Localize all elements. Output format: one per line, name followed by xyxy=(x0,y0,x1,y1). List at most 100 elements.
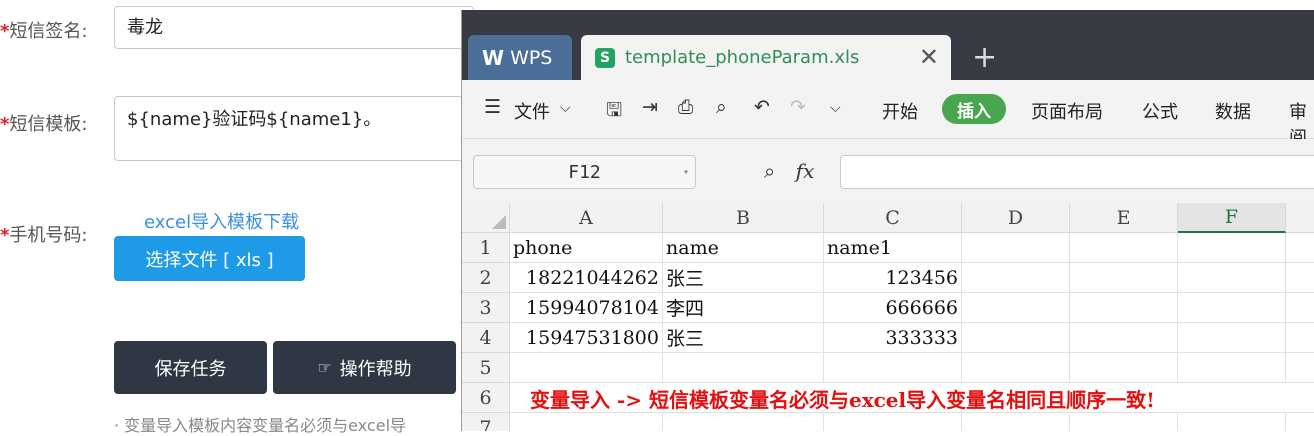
cell-d5[interactable] xyxy=(962,353,1070,383)
menu-insert[interactable]: 插入 xyxy=(942,94,1006,124)
new-tab-icon[interactable]: + xyxy=(972,40,997,75)
print-preview-icon[interactable]: ⌕ xyxy=(716,96,727,118)
column-header-d[interactable]: D xyxy=(962,203,1070,233)
cell-c3[interactable]: 666666 xyxy=(824,293,962,323)
cell-f2[interactable] xyxy=(1178,263,1286,293)
cell-e2[interactable] xyxy=(1070,263,1178,293)
cell-d4[interactable] xyxy=(962,323,1070,353)
cell-a7[interactable] xyxy=(510,413,663,431)
cell-f3[interactable] xyxy=(1178,293,1286,323)
cell-f7[interactable] xyxy=(1178,413,1286,431)
cell-g7[interactable] xyxy=(1286,413,1314,431)
cell-g4[interactable] xyxy=(1286,323,1314,353)
cell-c7[interactable] xyxy=(824,413,962,431)
ribbon-toolbar: ☰ 文件 ⌵ 🖫 ⇥ ⎙ ⌕ ↶ ↷ ⌵ 开始 插入 页面布局 公式 数据 审阅 xyxy=(462,80,1314,149)
column-header-f[interactable]: F xyxy=(1178,203,1286,233)
template-label: *短信模板: xyxy=(0,114,88,135)
spreadsheet-icon: S xyxy=(595,47,615,68)
print-icon[interactable]: ⎙ xyxy=(678,96,693,118)
close-tab-icon[interactable]: ✕ xyxy=(919,43,939,71)
export-icon[interactable]: ⇥ xyxy=(642,96,658,118)
fx-icon[interactable]: fx xyxy=(796,159,815,183)
cell-e7[interactable] xyxy=(1070,413,1178,431)
cell-d2[interactable] xyxy=(962,263,1070,293)
file-tab[interactable]: S template_phoneParam.xls ✕ xyxy=(581,35,951,80)
cell-a1[interactable]: phone xyxy=(510,233,663,263)
wps-window: W WPS S template_phoneParam.xls ✕ + ☰ 文件… xyxy=(461,10,1314,431)
help-button-label: 操作帮助 xyxy=(339,358,412,380)
row-header-4[interactable]: 4 xyxy=(462,323,510,353)
row-header-2[interactable]: 2 xyxy=(462,263,510,293)
phone-label: *手机号码: xyxy=(0,225,88,246)
cell-c2[interactable]: 123456 xyxy=(824,263,962,293)
cell-e4[interactable] xyxy=(1070,323,1178,353)
cell-a5[interactable] xyxy=(510,353,663,383)
menu-data[interactable]: 数据 xyxy=(1215,98,1251,124)
sign-label: *短信签名: xyxy=(0,21,88,42)
cell-e5[interactable] xyxy=(1070,353,1178,383)
column-header-c[interactable]: C xyxy=(824,203,962,233)
menu-start[interactable]: 开始 xyxy=(882,98,918,124)
hamburger-menu-icon[interactable]: ☰ xyxy=(484,96,501,118)
hand-pointer-icon: ☞ xyxy=(317,358,332,377)
undo-icon[interactable]: ↶ xyxy=(754,96,770,118)
help-button[interactable]: ☞ 操作帮助 xyxy=(273,341,456,394)
sign-input[interactable]: 毒龙 xyxy=(114,6,474,49)
spreadsheet-grid: A B C D E F 1 2 3 4 5 6 7 phone name nam… xyxy=(462,203,1314,431)
chevron-down-icon[interactable]: ⌵ xyxy=(560,100,571,116)
select-all-corner[interactable] xyxy=(462,203,510,233)
row-header-7[interactable]: 7 xyxy=(462,413,510,431)
save-task-button[interactable]: 保存任务 xyxy=(114,341,267,394)
dropdown-icon[interactable]: ▾ xyxy=(683,167,689,178)
column-header-a[interactable]: A xyxy=(510,203,663,233)
cell-d7[interactable] xyxy=(962,413,1070,431)
menu-page-layout[interactable]: 页面布局 xyxy=(1031,98,1103,124)
column-header-g[interactable] xyxy=(1286,203,1314,233)
cell-a6-text: 变量导入 -> 短信模板变量名必须与excel导入变量名相同且顺序一致! xyxy=(530,387,1155,412)
cell-e1[interactable] xyxy=(1070,233,1178,263)
cell-d3[interactable] xyxy=(962,293,1070,323)
wps-home-tab[interactable]: W WPS xyxy=(468,35,572,80)
column-header-b[interactable]: B xyxy=(663,203,824,233)
cell-f4[interactable] xyxy=(1178,323,1286,353)
formula-input[interactable] xyxy=(840,155,1314,189)
formula-tools: ⌕ fx xyxy=(764,159,814,183)
cell-c5[interactable] xyxy=(824,353,962,383)
cell-a4[interactable]: 15947531800 xyxy=(510,323,663,353)
menu-formula[interactable]: 公式 xyxy=(1142,98,1178,124)
cell-b1[interactable]: name xyxy=(663,233,824,263)
zoom-search-icon[interactable]: ⌕ xyxy=(764,159,775,183)
cell-a2[interactable]: 18221044262 xyxy=(510,263,663,293)
wps-tab-label: WPS xyxy=(510,46,553,69)
cell-f5[interactable] xyxy=(1178,353,1286,383)
cell-b4[interactable]: 张三 xyxy=(663,323,824,353)
name-box[interactable]: F12 ▾ xyxy=(473,155,696,189)
choose-file-button[interactable]: 选择文件 [ xls ] xyxy=(114,236,305,281)
cell-c1[interactable]: name1 xyxy=(824,233,962,263)
cell-g2[interactable] xyxy=(1286,263,1314,293)
template-textarea[interactable]: ${name}验证码${name1}。 xyxy=(114,96,474,161)
cell-a3[interactable]: 15994078104 xyxy=(510,293,663,323)
cell-c4[interactable]: 333333 xyxy=(824,323,962,353)
menu-file[interactable]: 文件 xyxy=(514,98,550,124)
cell-d1[interactable] xyxy=(962,233,1070,263)
cell-b7[interactable] xyxy=(663,413,824,431)
import-note: · 变量导入模板内容变量名必须与excel导 xyxy=(114,416,407,435)
cell-g3[interactable] xyxy=(1286,293,1314,323)
save-icon[interactable]: 🖫 xyxy=(606,96,622,128)
cell-b3[interactable]: 李四 xyxy=(663,293,824,323)
row-header-1[interactable]: 1 xyxy=(462,233,510,263)
cell-b2[interactable]: 张三 xyxy=(663,263,824,293)
redo-icon[interactable]: ↷ xyxy=(790,96,806,118)
template-download-link[interactable]: excel导入模板下载 xyxy=(144,208,299,234)
cell-g5[interactable] xyxy=(1286,353,1314,383)
row-header-6[interactable]: 6 xyxy=(462,383,510,413)
cell-b5[interactable] xyxy=(663,353,824,383)
row-header-3[interactable]: 3 xyxy=(462,293,510,323)
cell-f1[interactable] xyxy=(1178,233,1286,263)
cell-e3[interactable] xyxy=(1070,293,1178,323)
column-header-e[interactable]: E xyxy=(1070,203,1178,233)
more-chevron-icon[interactable]: ⌵ xyxy=(830,100,841,116)
row-header-5[interactable]: 5 xyxy=(462,353,510,383)
cell-g1[interactable] xyxy=(1286,233,1314,263)
